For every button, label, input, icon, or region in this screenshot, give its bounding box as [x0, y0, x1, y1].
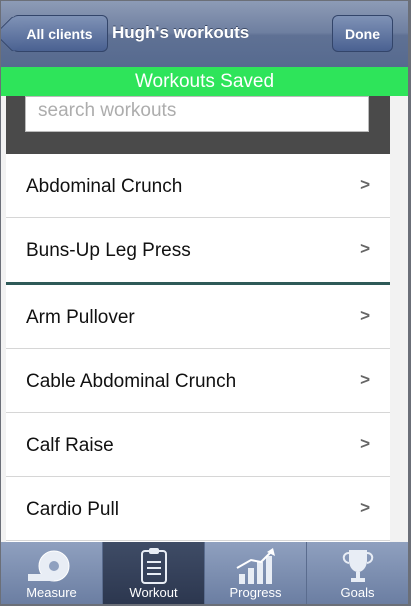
list-item[interactable]: Arm Pullover >	[6, 285, 390, 349]
navigation-bar: All clients Hugh's workouts Done	[1, 1, 408, 68]
list-item-label: Buns-Up Leg Press	[26, 240, 191, 261]
page-title: Hugh's workouts	[112, 23, 250, 42]
list-item[interactable]: Cable Abdominal Crunch >	[6, 349, 390, 413]
trophy-icon	[342, 550, 373, 582]
back-button-label: All clients	[26, 25, 93, 42]
chevron-right-icon: >	[360, 306, 370, 325]
workout-list: Abdominal Crunch > Buns-Up Leg Press > A…	[6, 154, 390, 541]
tab-goals[interactable]: Goals	[307, 542, 408, 604]
list-item-label: Abdominal Crunch	[26, 176, 183, 197]
list-item[interactable]: Abdominal Crunch >	[6, 154, 390, 218]
chevron-right-icon: >	[360, 175, 370, 194]
app-frame: All clients Hugh's workouts Done Workout…	[0, 0, 411, 606]
tab-bar: Measure Workout Progress Goals	[1, 542, 408, 604]
list-item[interactable]: Cardio Pull >	[6, 477, 390, 541]
list-item[interactable]: Calf Raise >	[6, 413, 390, 477]
chevron-right-icon: >	[360, 498, 370, 517]
tab-progress[interactable]: Progress	[205, 542, 307, 604]
bar-chart-arrow-icon	[236, 548, 275, 584]
chevron-right-icon: >	[360, 239, 370, 258]
tab-measure[interactable]: Measure	[1, 542, 103, 604]
list-item-label: Arm Pullover	[26, 307, 135, 328]
chevron-right-icon: >	[360, 434, 370, 453]
list-item[interactable]: Buns-Up Leg Press >	[6, 218, 390, 282]
search-bar	[6, 96, 390, 154]
search-input[interactable]	[25, 96, 369, 132]
list-item-label: Calf Raise	[26, 435, 114, 456]
tab-workout[interactable]: Workout	[103, 542, 205, 604]
list-item-label: Cable Abdominal Crunch	[26, 371, 237, 392]
clipboard-icon	[140, 548, 167, 584]
all-clients-back-button[interactable]: All clients	[12, 15, 108, 52]
scroll-gutter	[390, 96, 408, 542]
status-banner: Workouts Saved	[1, 67, 408, 96]
done-button[interactable]: Done	[332, 15, 393, 52]
list-item-label: Cardio Pull	[26, 499, 119, 520]
chevron-right-icon: >	[360, 370, 370, 389]
tape-measure-icon	[27, 550, 69, 582]
